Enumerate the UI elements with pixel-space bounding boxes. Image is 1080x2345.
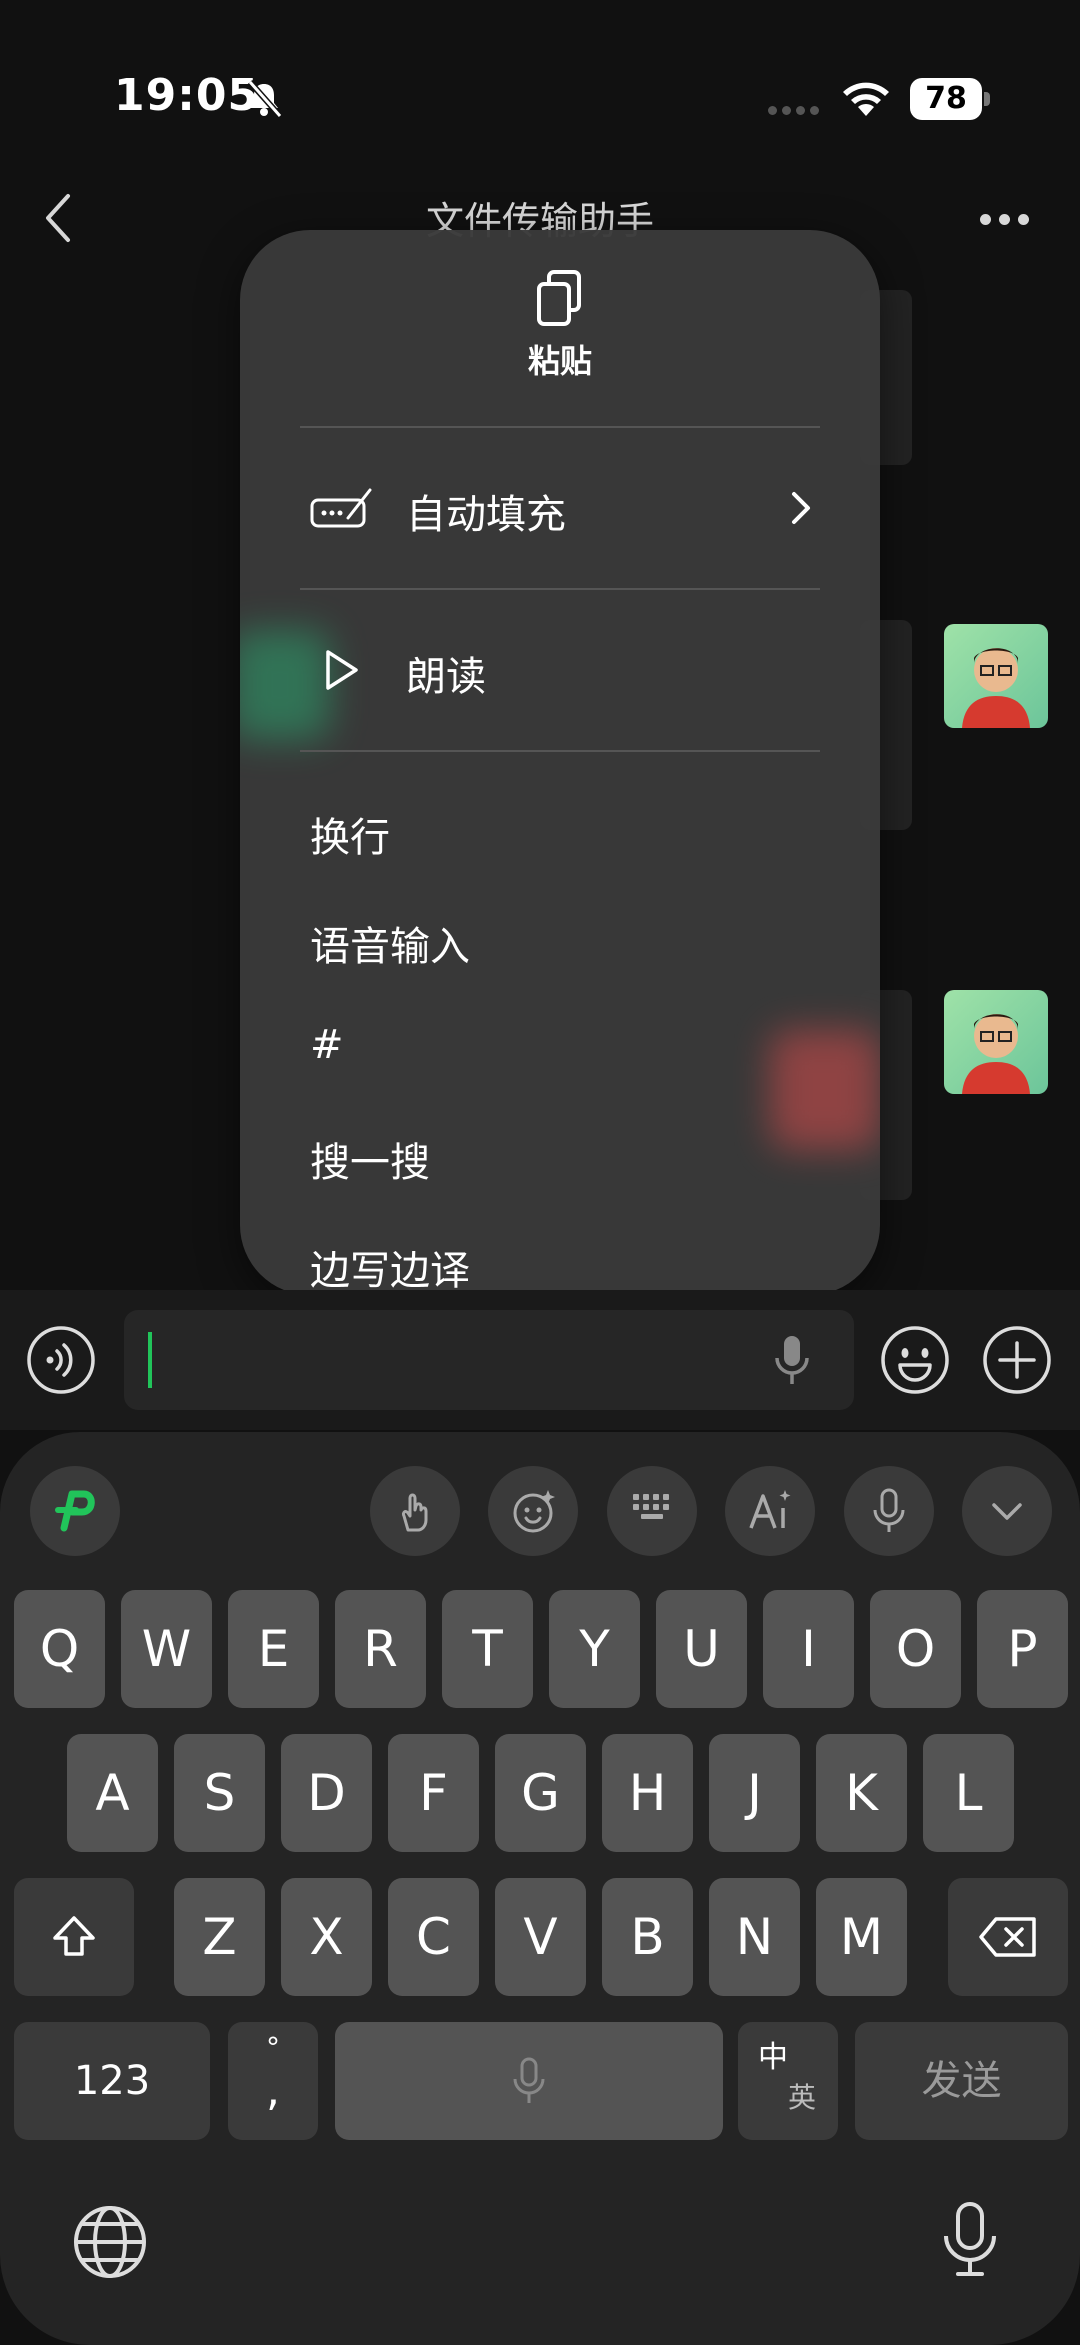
language-switch-key[interactable]: 中 英: [738, 2022, 838, 2140]
ime-logo-icon: [55, 1490, 95, 1532]
key-j[interactable]: J: [709, 1734, 800, 1852]
key-m[interactable]: M: [816, 1878, 907, 1996]
read-aloud-label: 朗读: [406, 654, 486, 700]
key-u[interactable]: U: [656, 1590, 747, 1708]
key-h[interactable]: H: [602, 1734, 693, 1852]
microphone-icon: [873, 1488, 905, 1532]
divider: [300, 426, 820, 428]
key-x[interactable]: X: [281, 1878, 372, 1996]
key-l[interactable]: L: [923, 1734, 1014, 1852]
wifi-icon: [843, 82, 889, 116]
key-s[interactable]: S: [174, 1734, 265, 1852]
more-icon[interactable]: [980, 210, 1040, 226]
key-o[interactable]: O: [870, 1590, 961, 1708]
emoji-face-icon: [513, 1490, 555, 1533]
globe-icon[interactable]: [70, 2202, 150, 2282]
space-key[interactable]: [335, 2022, 723, 2140]
ai-button[interactable]: [725, 1466, 815, 1556]
avatar[interactable]: [944, 990, 1048, 1094]
text-cursor: [148, 1332, 152, 1388]
shift-icon: [53, 1916, 95, 1956]
key-z[interactable]: Z: [174, 1878, 265, 1996]
punctuation-bottom: ,: [266, 2065, 280, 2116]
backspace-icon: [979, 1917, 1036, 1957]
key-e[interactable]: E: [228, 1590, 319, 1708]
emoji-icon[interactable]: [880, 1325, 950, 1395]
key-y[interactable]: Y: [549, 1590, 640, 1708]
paste-icon: [537, 270, 581, 326]
battery-level: 78: [910, 78, 982, 120]
emoji-face-button[interactable]: [488, 1466, 578, 1556]
key-p[interactable]: P: [977, 1590, 1068, 1708]
keyboard-layout-button[interactable]: [607, 1466, 697, 1556]
paste-button[interactable]: 粘贴: [240, 270, 880, 382]
message-input[interactable]: [124, 1310, 854, 1410]
key-i[interactable]: I: [763, 1590, 854, 1708]
plus-icon[interactable]: [982, 1325, 1052, 1395]
chevron-down-icon: [992, 1503, 1022, 1520]
ai-icon: [749, 1490, 791, 1529]
handwriting-button[interactable]: [370, 1466, 460, 1556]
menu-item-newline[interactable]: 换行: [310, 805, 390, 863]
handwriting-icon: [402, 1493, 428, 1532]
punctuation-key[interactable]: ° ,: [228, 2022, 318, 2140]
menu-item-translate-while-typing[interactable]: 边写边译: [310, 1238, 470, 1295]
collapse-keyboard-button[interactable]: [962, 1466, 1052, 1556]
lang-bottom: 英: [788, 2081, 817, 2114]
punctuation-top: °: [266, 2031, 280, 2064]
play-icon: [326, 650, 358, 690]
avatar[interactable]: [944, 624, 1048, 728]
battery-icon: 78: [910, 78, 990, 120]
shift-key[interactable]: [14, 1878, 134, 1996]
status-time: 19:05: [114, 70, 260, 121]
key-d[interactable]: D: [281, 1734, 372, 1852]
divider: [300, 750, 820, 752]
voice-typing-button[interactable]: [844, 1466, 934, 1556]
menu-item-hashtag[interactable]: #: [310, 1022, 344, 1068]
key-g[interactable]: G: [495, 1734, 586, 1852]
status-bar: 19:05 78: [0, 0, 1080, 190]
voice-mode-icon[interactable]: [26, 1325, 96, 1395]
bell-off-icon: [247, 80, 283, 118]
keyboard: Q W E R T Y U I O P A S D F G H J K L Z …: [0, 1432, 1080, 2345]
key-b[interactable]: B: [602, 1878, 693, 1996]
menu-item-autofill[interactable]: 自动填充: [240, 458, 880, 558]
ime-logo-button[interactable]: [30, 1466, 120, 1556]
menu-item-read-aloud[interactable]: 朗读: [240, 620, 880, 720]
autofill-icon: [310, 488, 372, 528]
key-a[interactable]: A: [67, 1734, 158, 1852]
menu-item-search[interactable]: 搜一搜: [310, 1130, 430, 1188]
dictation-icon[interactable]: [930, 2200, 1010, 2280]
input-bar: [0, 1290, 1080, 1430]
key-c[interactable]: C: [388, 1878, 479, 1996]
menu-item-voice-input[interactable]: 语音输入: [310, 914, 470, 972]
numbers-key[interactable]: 123: [14, 2022, 210, 2140]
divider: [300, 588, 820, 590]
key-r[interactable]: R: [335, 1590, 426, 1708]
send-key[interactable]: 发送: [855, 2022, 1068, 2140]
chevron-right-icon: [792, 492, 810, 524]
key-n[interactable]: N: [709, 1878, 800, 1996]
key-q[interactable]: Q: [14, 1590, 105, 1708]
key-f[interactable]: F: [388, 1734, 479, 1852]
key-t[interactable]: T: [442, 1590, 533, 1708]
context-menu: 粘贴 自动填充 朗读 换行 语音输入 # 搜一搜 边写边译: [240, 230, 880, 1295]
keyboard-icon: [633, 1494, 669, 1519]
autofill-label: 自动填充: [406, 492, 566, 538]
microphone-icon: [513, 2057, 545, 2103]
key-w[interactable]: W: [121, 1590, 212, 1708]
delete-key[interactable]: [948, 1878, 1068, 1996]
cellular-signal-icon: [768, 100, 824, 119]
lang-top: 中: [758, 2040, 788, 2075]
microphone-icon[interactable]: [772, 1334, 812, 1386]
key-v[interactable]: V: [495, 1878, 586, 1996]
paste-label: 粘贴: [527, 342, 592, 380]
key-k[interactable]: K: [816, 1734, 907, 1852]
